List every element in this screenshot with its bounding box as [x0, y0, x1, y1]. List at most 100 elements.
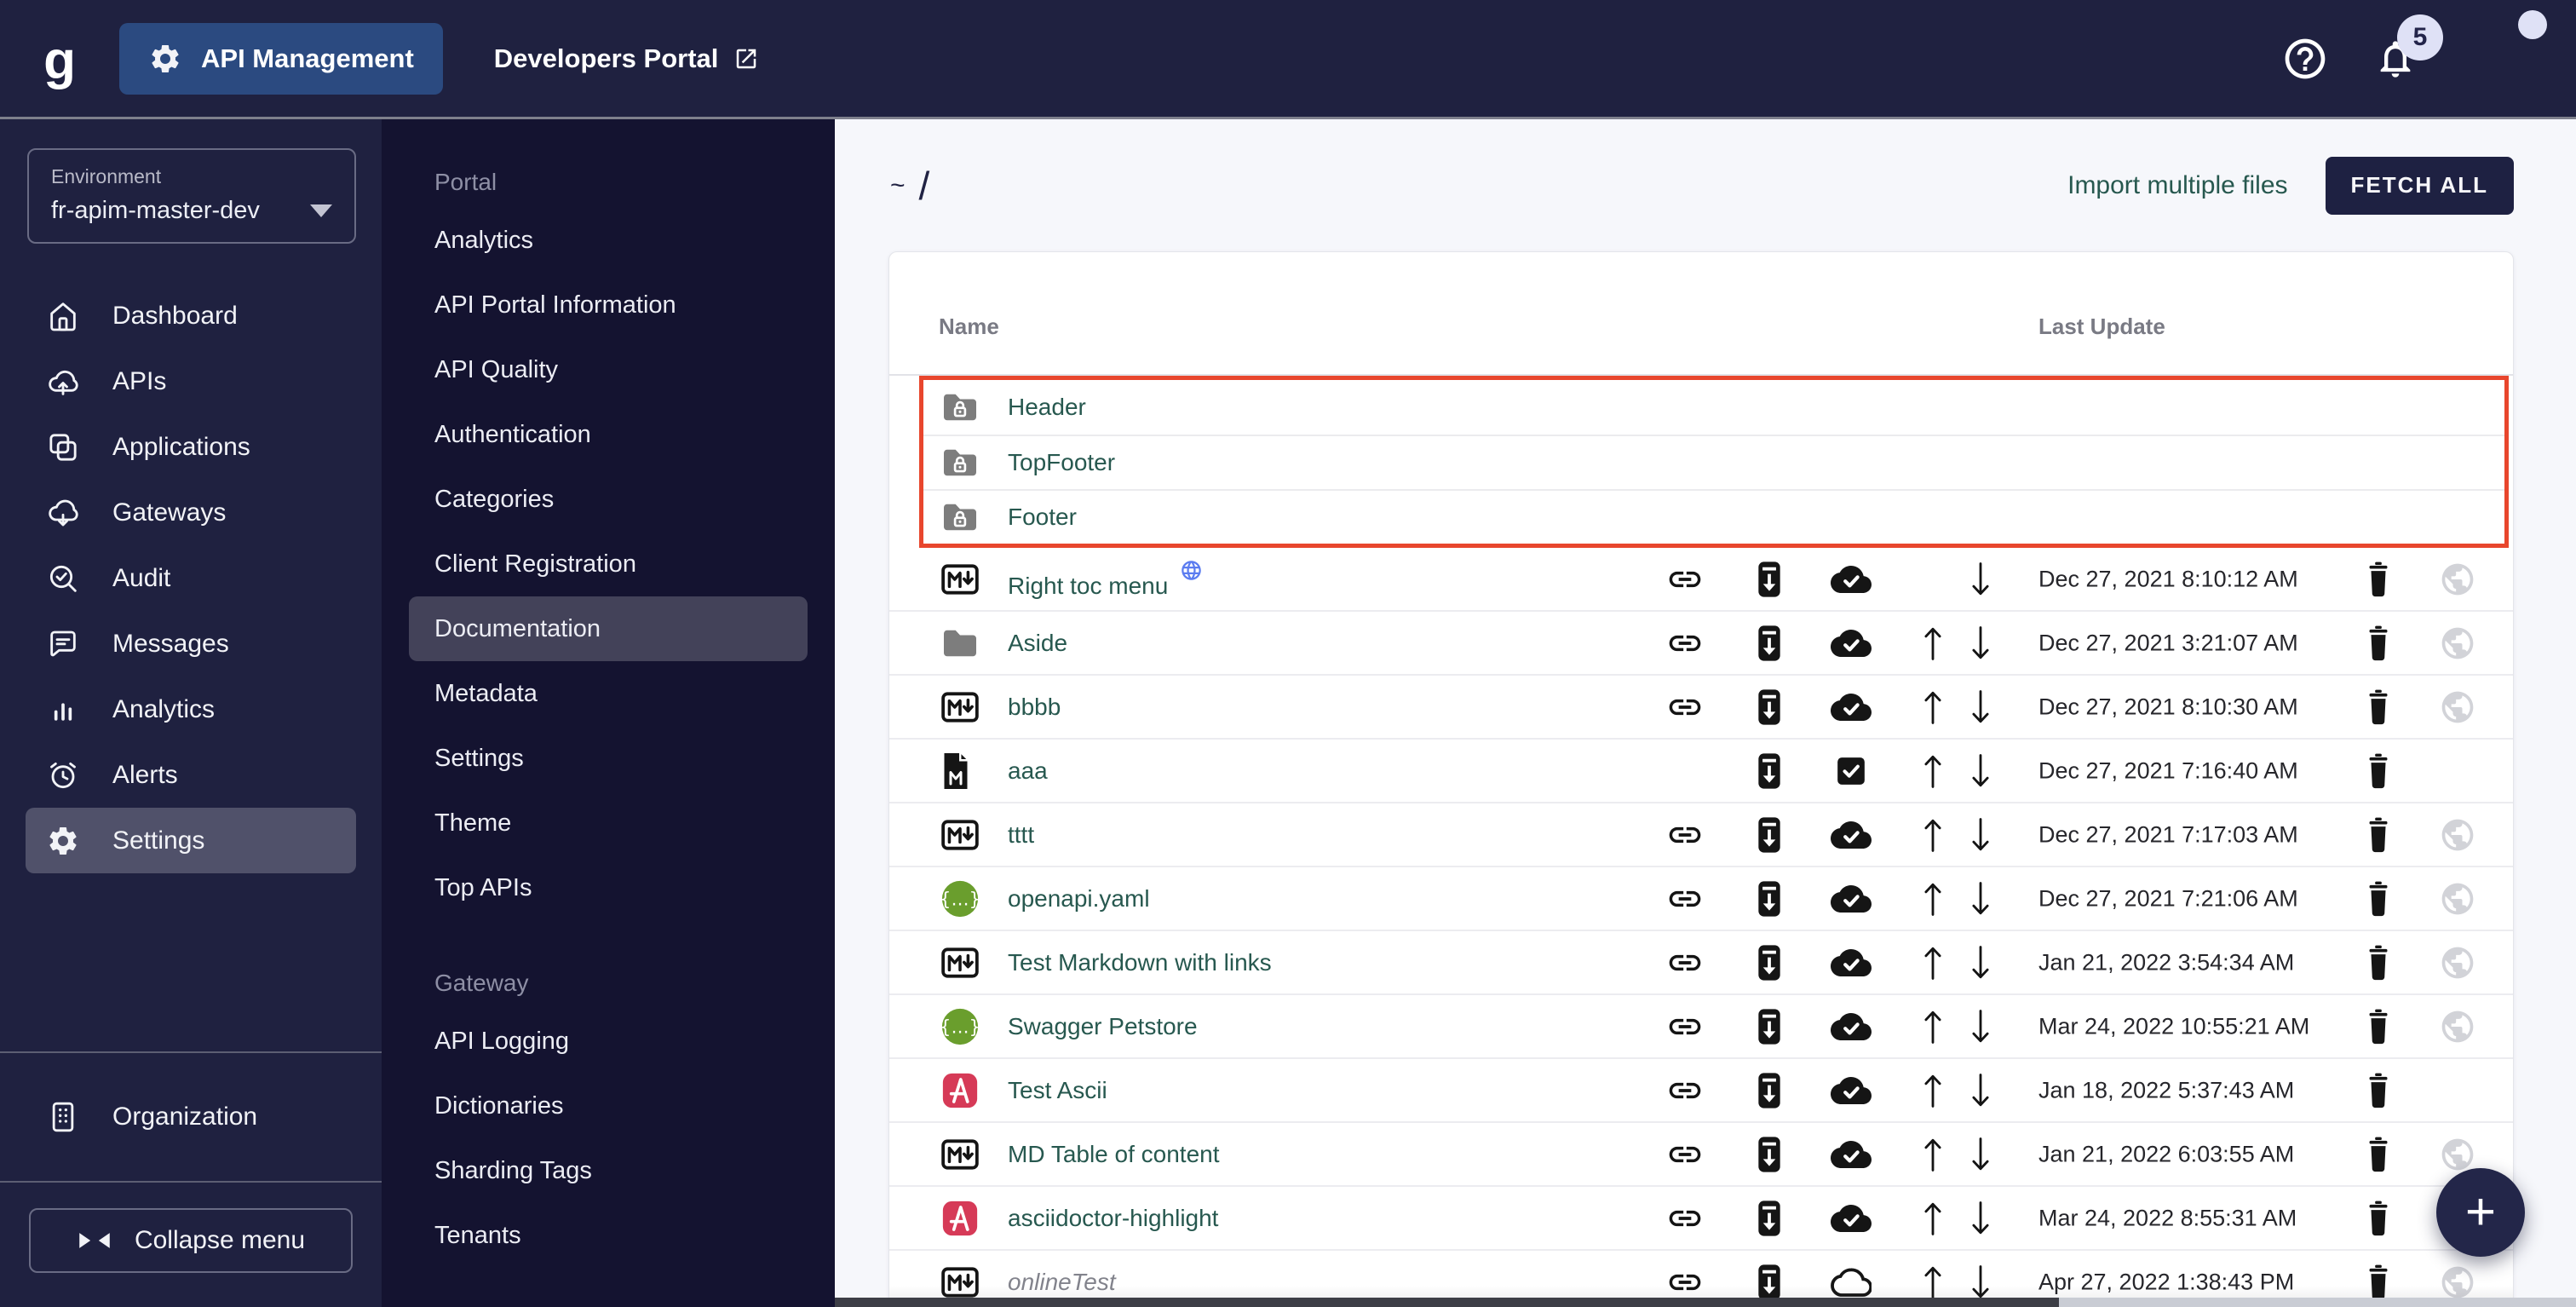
- move-down-icon[interactable]: [1969, 1263, 1992, 1302]
- link-icon[interactable]: [1666, 880, 1704, 918]
- api-management-button[interactable]: API Management: [119, 23, 443, 95]
- subnav-item-top-apis[interactable]: Top APIs: [382, 855, 835, 920]
- save-icon[interactable]: [1753, 878, 1785, 919]
- move-down-icon[interactable]: [1969, 943, 1992, 982]
- globe-icon[interactable]: [2439, 561, 2476, 598]
- document-name-link[interactable]: aaa: [1008, 757, 1048, 785]
- save-icon[interactable]: [1753, 1070, 1785, 1111]
- import-multiple-files-link[interactable]: Import multiple files: [2067, 171, 2287, 200]
- published-cloud-icon[interactable]: [1831, 1200, 1872, 1236]
- document-name-link[interactable]: bbbb: [1008, 694, 1061, 721]
- checkbox-checked-icon[interactable]: [1834, 754, 1868, 788]
- subnav-item-client-registration[interactable]: Client Registration: [382, 532, 835, 596]
- subnav-item-categories[interactable]: Categories: [382, 467, 835, 532]
- sidebar-item-analytics[interactable]: Analytics: [0, 677, 382, 742]
- globe-icon[interactable]: [2439, 880, 2476, 918]
- globe-icon[interactable]: [2439, 1264, 2476, 1301]
- document-name-link[interactable]: Aside: [1008, 630, 1067, 657]
- document-name-link[interactable]: MD Table of content: [1008, 1141, 1220, 1168]
- move-up-icon[interactable]: [1922, 879, 1944, 918]
- move-down-icon[interactable]: [1969, 879, 1992, 918]
- document-name-link[interactable]: onlineTest: [1008, 1269, 1116, 1296]
- delete-icon[interactable]: [2364, 879, 2393, 918]
- move-down-icon[interactable]: [1969, 1007, 1992, 1046]
- collapse-menu-button[interactable]: Collapse menu: [29, 1208, 353, 1273]
- subnav-item-sharding-tags[interactable]: Sharding Tags: [382, 1138, 835, 1203]
- developers-portal-link[interactable]: Developers Portal: [494, 43, 760, 74]
- move-up-icon[interactable]: [1922, 624, 1944, 663]
- published-cloud-icon[interactable]: [1831, 945, 1872, 981]
- link-icon[interactable]: [1666, 561, 1704, 598]
- link-icon[interactable]: [1666, 1008, 1704, 1045]
- subnav-item-dictionaries[interactable]: Dictionaries: [382, 1074, 835, 1138]
- move-down-icon[interactable]: [1969, 688, 1992, 727]
- move-up-icon[interactable]: [1922, 688, 1944, 727]
- published-cloud-icon[interactable]: [1831, 881, 1872, 917]
- subnav-item-theme[interactable]: Theme: [382, 791, 835, 855]
- subnav-item-api-logging[interactable]: API Logging: [382, 1009, 835, 1074]
- globe-icon[interactable]: [2439, 816, 2476, 854]
- unpublished-cloud-icon[interactable]: [1831, 1264, 1872, 1300]
- link-icon[interactable]: [1666, 1136, 1704, 1173]
- delete-icon[interactable]: [2364, 1071, 2393, 1110]
- sidebar-item-audit[interactable]: Audit: [0, 545, 382, 611]
- subnav-item-tenants[interactable]: Tenants: [382, 1203, 835, 1268]
- save-icon[interactable]: [1753, 623, 1785, 664]
- gravitee-logo[interactable]: g: [0, 30, 119, 88]
- delete-icon[interactable]: [2364, 751, 2393, 791]
- move-down-icon[interactable]: [1969, 1199, 1992, 1238]
- move-down-icon[interactable]: [1969, 1071, 1992, 1110]
- subnav-item-settings[interactable]: Settings: [382, 726, 835, 791]
- document-name-link[interactable]: tttt: [1008, 821, 1034, 849]
- document-name-link[interactable]: Test Ascii: [1008, 1077, 1107, 1104]
- published-cloud-icon[interactable]: [1831, 561, 1872, 597]
- globe-icon[interactable]: [2439, 1008, 2476, 1045]
- globe-icon[interactable]: [2439, 625, 2476, 662]
- sidebar-item-apis[interactable]: APIs: [0, 348, 382, 414]
- published-cloud-icon[interactable]: [1831, 817, 1872, 853]
- subnav-item-api-portal-information[interactable]: API Portal Information: [382, 273, 835, 337]
- save-icon[interactable]: [1753, 942, 1785, 983]
- delete-icon[interactable]: [2364, 1135, 2393, 1174]
- published-cloud-icon[interactable]: [1831, 1137, 1872, 1172]
- document-name-link[interactable]: openapi.yaml: [1008, 885, 1150, 913]
- link-icon[interactable]: [1666, 688, 1704, 726]
- system-folder-name-link[interactable]: Header: [1008, 394, 1086, 421]
- published-cloud-icon[interactable]: [1831, 1009, 1872, 1045]
- user-menu-button[interactable]: [2462, 26, 2528, 92]
- move-down-icon[interactable]: [1969, 751, 1992, 791]
- delete-icon[interactable]: [2364, 943, 2393, 982]
- globe-icon[interactable]: [2439, 1136, 2476, 1173]
- subnav-item-documentation[interactable]: Documentation: [409, 596, 808, 661]
- sidebar-item-messages[interactable]: Messages: [0, 611, 382, 677]
- document-name-link[interactable]: Test Markdown with links: [1008, 949, 1272, 976]
- delete-icon[interactable]: [2364, 1007, 2393, 1046]
- globe-icon[interactable]: [2439, 688, 2476, 726]
- link-icon[interactable]: [1666, 1264, 1704, 1301]
- save-icon[interactable]: [1753, 751, 1785, 792]
- published-cloud-icon[interactable]: [1831, 689, 1872, 725]
- save-icon[interactable]: [1753, 1262, 1785, 1303]
- environment-selector[interactable]: Environment fr-apim-master-dev: [27, 148, 356, 244]
- move-down-icon[interactable]: [1969, 815, 1992, 855]
- move-up-icon[interactable]: [1922, 815, 1944, 855]
- move-up-icon[interactable]: [1922, 1263, 1944, 1302]
- document-name-link[interactable]: Swagger Petstore: [1008, 1013, 1198, 1040]
- save-icon[interactable]: [1753, 1198, 1785, 1239]
- link-icon[interactable]: [1666, 625, 1704, 662]
- delete-icon[interactable]: [2364, 688, 2393, 727]
- link-icon[interactable]: [1666, 1072, 1704, 1109]
- link-icon[interactable]: [1666, 944, 1704, 982]
- move-up-icon[interactable]: [1922, 751, 1944, 791]
- delete-icon[interactable]: [2364, 624, 2393, 663]
- globe-icon[interactable]: [2439, 944, 2476, 982]
- sidebar-item-settings[interactable]: Settings: [26, 808, 356, 873]
- subnav-item-authentication[interactable]: Authentication: [382, 402, 835, 467]
- published-cloud-icon[interactable]: [1831, 1073, 1872, 1108]
- move-up-icon[interactable]: [1922, 1007, 1944, 1046]
- breadcrumb-root[interactable]: ~: [890, 171, 906, 200]
- system-folder-name-link[interactable]: TopFooter: [1008, 449, 1115, 476]
- document-name-link[interactable]: asciidoctor-highlight: [1008, 1205, 1218, 1232]
- move-down-icon[interactable]: [1969, 1135, 1992, 1174]
- notifications-button[interactable]: 5: [2373, 37, 2418, 81]
